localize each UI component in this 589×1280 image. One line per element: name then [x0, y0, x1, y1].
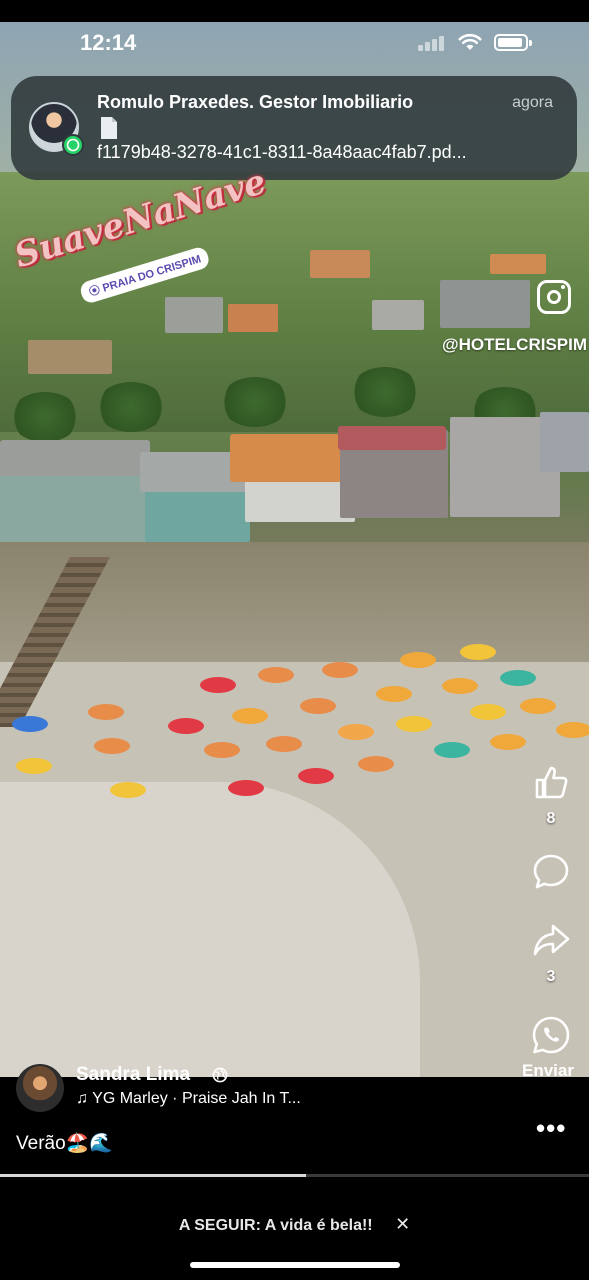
house — [165, 297, 223, 333]
house — [440, 280, 530, 328]
music-track-label: YG Marley · Praise Jah In T... — [92, 1090, 301, 1107]
beach-house — [540, 412, 589, 472]
music-note-icon: ♫ — [76, 1090, 88, 1107]
instagram-icon — [537, 280, 571, 314]
umbrella — [338, 724, 374, 740]
music-track[interactable]: ♫ YG Marley · Praise Jah In T... — [76, 1090, 301, 1108]
umbrella — [442, 678, 478, 694]
palm-tree — [10, 392, 80, 442]
umbrella — [258, 667, 294, 683]
wifi-icon — [458, 33, 482, 50]
umbrella — [460, 644, 496, 660]
umbrella — [322, 662, 358, 678]
author-avatar[interactable] — [16, 1064, 64, 1112]
umbrella — [500, 670, 536, 686]
like-count: 8 — [546, 810, 556, 827]
palm-tree — [96, 382, 166, 432]
comment-button[interactable] — [528, 852, 574, 892]
umbrella — [298, 768, 334, 784]
umbrella — [88, 704, 124, 720]
umbrella — [200, 677, 236, 693]
notification-sender: Romulo Praxedes. Gestor Imobiliario — [97, 92, 414, 112]
umbrella — [358, 756, 394, 772]
up-next-bar[interactable]: A SEGUIR: A vida é bela!! ✕ — [0, 1214, 589, 1235]
send-label[interactable]: Enviar — [522, 1061, 574, 1081]
instagram-handle: @HOTELCRISPIM — [442, 335, 588, 354]
whatsapp-send-button[interactable] — [528, 1014, 574, 1056]
umbrella — [490, 734, 526, 750]
whatsapp-notification[interactable]: Romulo Praxedes. Gestor Imobiliario agor… — [11, 76, 577, 180]
post-caption: Verão🏖️🌊 — [16, 1133, 113, 1154]
author-name[interactable]: Sandra Lima — [76, 1064, 190, 1086]
umbrella — [168, 718, 204, 734]
whatsapp-icon — [62, 134, 84, 156]
umbrella — [232, 708, 268, 724]
share-arrow-icon — [533, 924, 570, 956]
notification-time: agora — [512, 94, 553, 111]
umbrella — [204, 742, 240, 758]
close-icon[interactable]: ✕ — [395, 1214, 410, 1234]
umbrella — [110, 782, 146, 798]
home-indicator[interactable] — [190, 1262, 400, 1268]
share-count: 3 — [546, 968, 556, 985]
house — [372, 300, 424, 330]
umbrella — [16, 758, 52, 774]
more-options-icon[interactable]: ••• — [536, 1113, 566, 1144]
battery-icon — [494, 34, 532, 51]
up-next-label: A SEGUIR: — [178, 1217, 261, 1234]
document-icon — [101, 117, 117, 139]
house — [228, 304, 278, 332]
video-progress-bar[interactable] — [0, 1174, 589, 1177]
umbrella — [12, 716, 48, 732]
status-time: 12:14 — [80, 30, 137, 55]
umbrella — [400, 652, 436, 668]
video-progress-fill — [0, 1174, 307, 1177]
umbrella — [376, 686, 412, 702]
globe-icon — [212, 1067, 228, 1083]
umbrella — [470, 704, 506, 720]
notification-filename: f1179b48-3278-41c1-8311-8a48aac4fab7.pd.… — [97, 142, 467, 162]
thumbs-up-icon — [535, 766, 568, 799]
up-next-title: A vida é bela!! — [264, 1217, 373, 1234]
cellular-signal-icon — [418, 35, 448, 51]
umbrella — [556, 722, 589, 738]
palm-tree — [220, 377, 290, 427]
palm-tree — [350, 367, 420, 417]
comment-icon — [533, 854, 569, 889]
house — [310, 250, 370, 278]
reel-video[interactable] — [0, 22, 589, 1077]
umbrella — [228, 780, 264, 796]
umbrella — [94, 738, 130, 754]
roof — [0, 440, 150, 476]
like-button[interactable]: 8 — [528, 762, 574, 828]
whatsapp-icon — [532, 1016, 570, 1054]
umbrella — [396, 716, 432, 732]
status-bar: 12:14 — [0, 0, 589, 86]
house — [490, 254, 546, 274]
share-button[interactable]: 3 — [528, 920, 574, 986]
roof — [338, 426, 446, 450]
house — [28, 340, 112, 374]
roof — [230, 434, 355, 482]
umbrella — [300, 698, 336, 714]
umbrella — [266, 736, 302, 752]
umbrella — [520, 698, 556, 714]
umbrella — [434, 742, 470, 758]
